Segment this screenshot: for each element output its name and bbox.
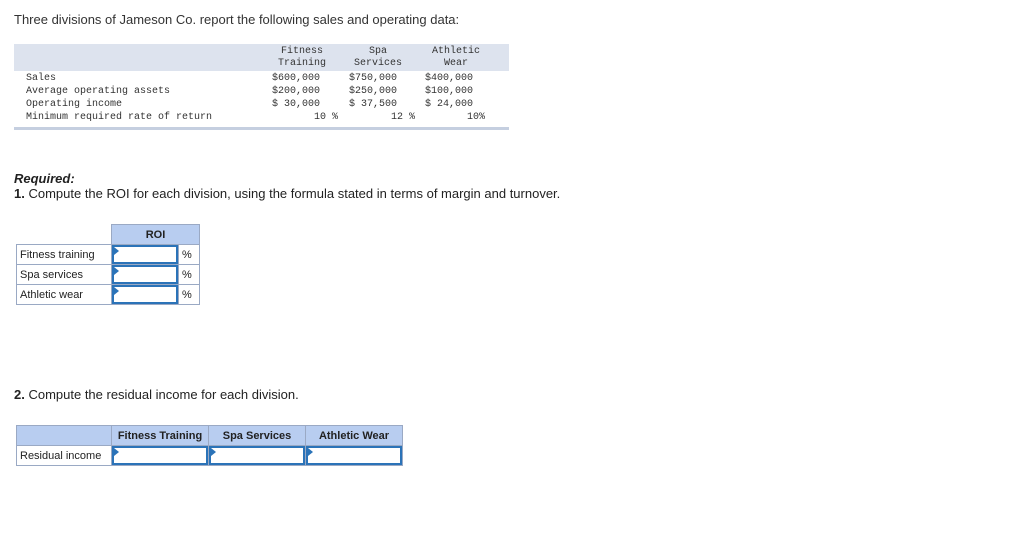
roi-column-header: ROI [111, 224, 200, 245]
requirement-1: 1. Compute the ROI for each division, us… [14, 186, 561, 201]
data-row-sales: Sales $600,000 $750,000 $400,000 [26, 73, 474, 84]
ri-spa-services-input[interactable] [209, 446, 305, 465]
ri-fitness-training-input[interactable] [112, 446, 208, 465]
required-heading: Required: [14, 171, 75, 186]
data-row-operating-income: Operating income $ 30,000 $ 37,500 $ 24,… [26, 99, 474, 110]
ri-header-fitness-training: Fitness Training [111, 425, 209, 446]
sales-operating-data-table: Fitness Training Spa Services Athletic W… [14, 44, 509, 130]
ri-row-residual-income: Residual income [16, 445, 403, 466]
col-header-spa-services: Spa Services [353, 46, 402, 69]
ri-header-athletic-wear: Athletic Wear [305, 425, 403, 446]
roi-row-athletic-wear: Athletic wear % [16, 284, 200, 305]
col-header-fitness-training: Fitness Training [277, 46, 326, 69]
intro-text: Three divisions of Jameson Co. report th… [14, 12, 460, 27]
requirement-2: 2. Compute the residual income for each … [14, 387, 299, 402]
residual-income-answer-table: Fitness Training Spa Services Athletic W… [16, 425, 403, 466]
percent-unit: % [178, 284, 200, 305]
data-row-average-operating-assets: Average operating assets $200,000 $250,0… [26, 86, 474, 97]
roi-answer-table: ROI Fitness training % Spa services % At… [16, 224, 200, 305]
roi-athletic-wear-input[interactable] [112, 285, 178, 304]
percent-unit: % [178, 264, 200, 285]
roi-row-fitness-training: Fitness training % [16, 244, 200, 265]
ri-athletic-wear-input[interactable] [306, 446, 402, 465]
roi-row-spa-services: Spa services % [16, 264, 200, 285]
data-table-header: Fitness Training Spa Services Athletic W… [14, 44, 509, 71]
data-row-minimum-required-rate: Minimum required rate of return 10 % 12 … [26, 112, 486, 123]
roi-fitness-training-input[interactable] [112, 245, 178, 264]
percent-unit: % [178, 244, 200, 265]
col-header-athletic-wear: Athletic Wear [431, 46, 480, 69]
ri-header-spa-services: Spa Services [208, 425, 306, 446]
roi-spa-services-input[interactable] [112, 265, 178, 284]
